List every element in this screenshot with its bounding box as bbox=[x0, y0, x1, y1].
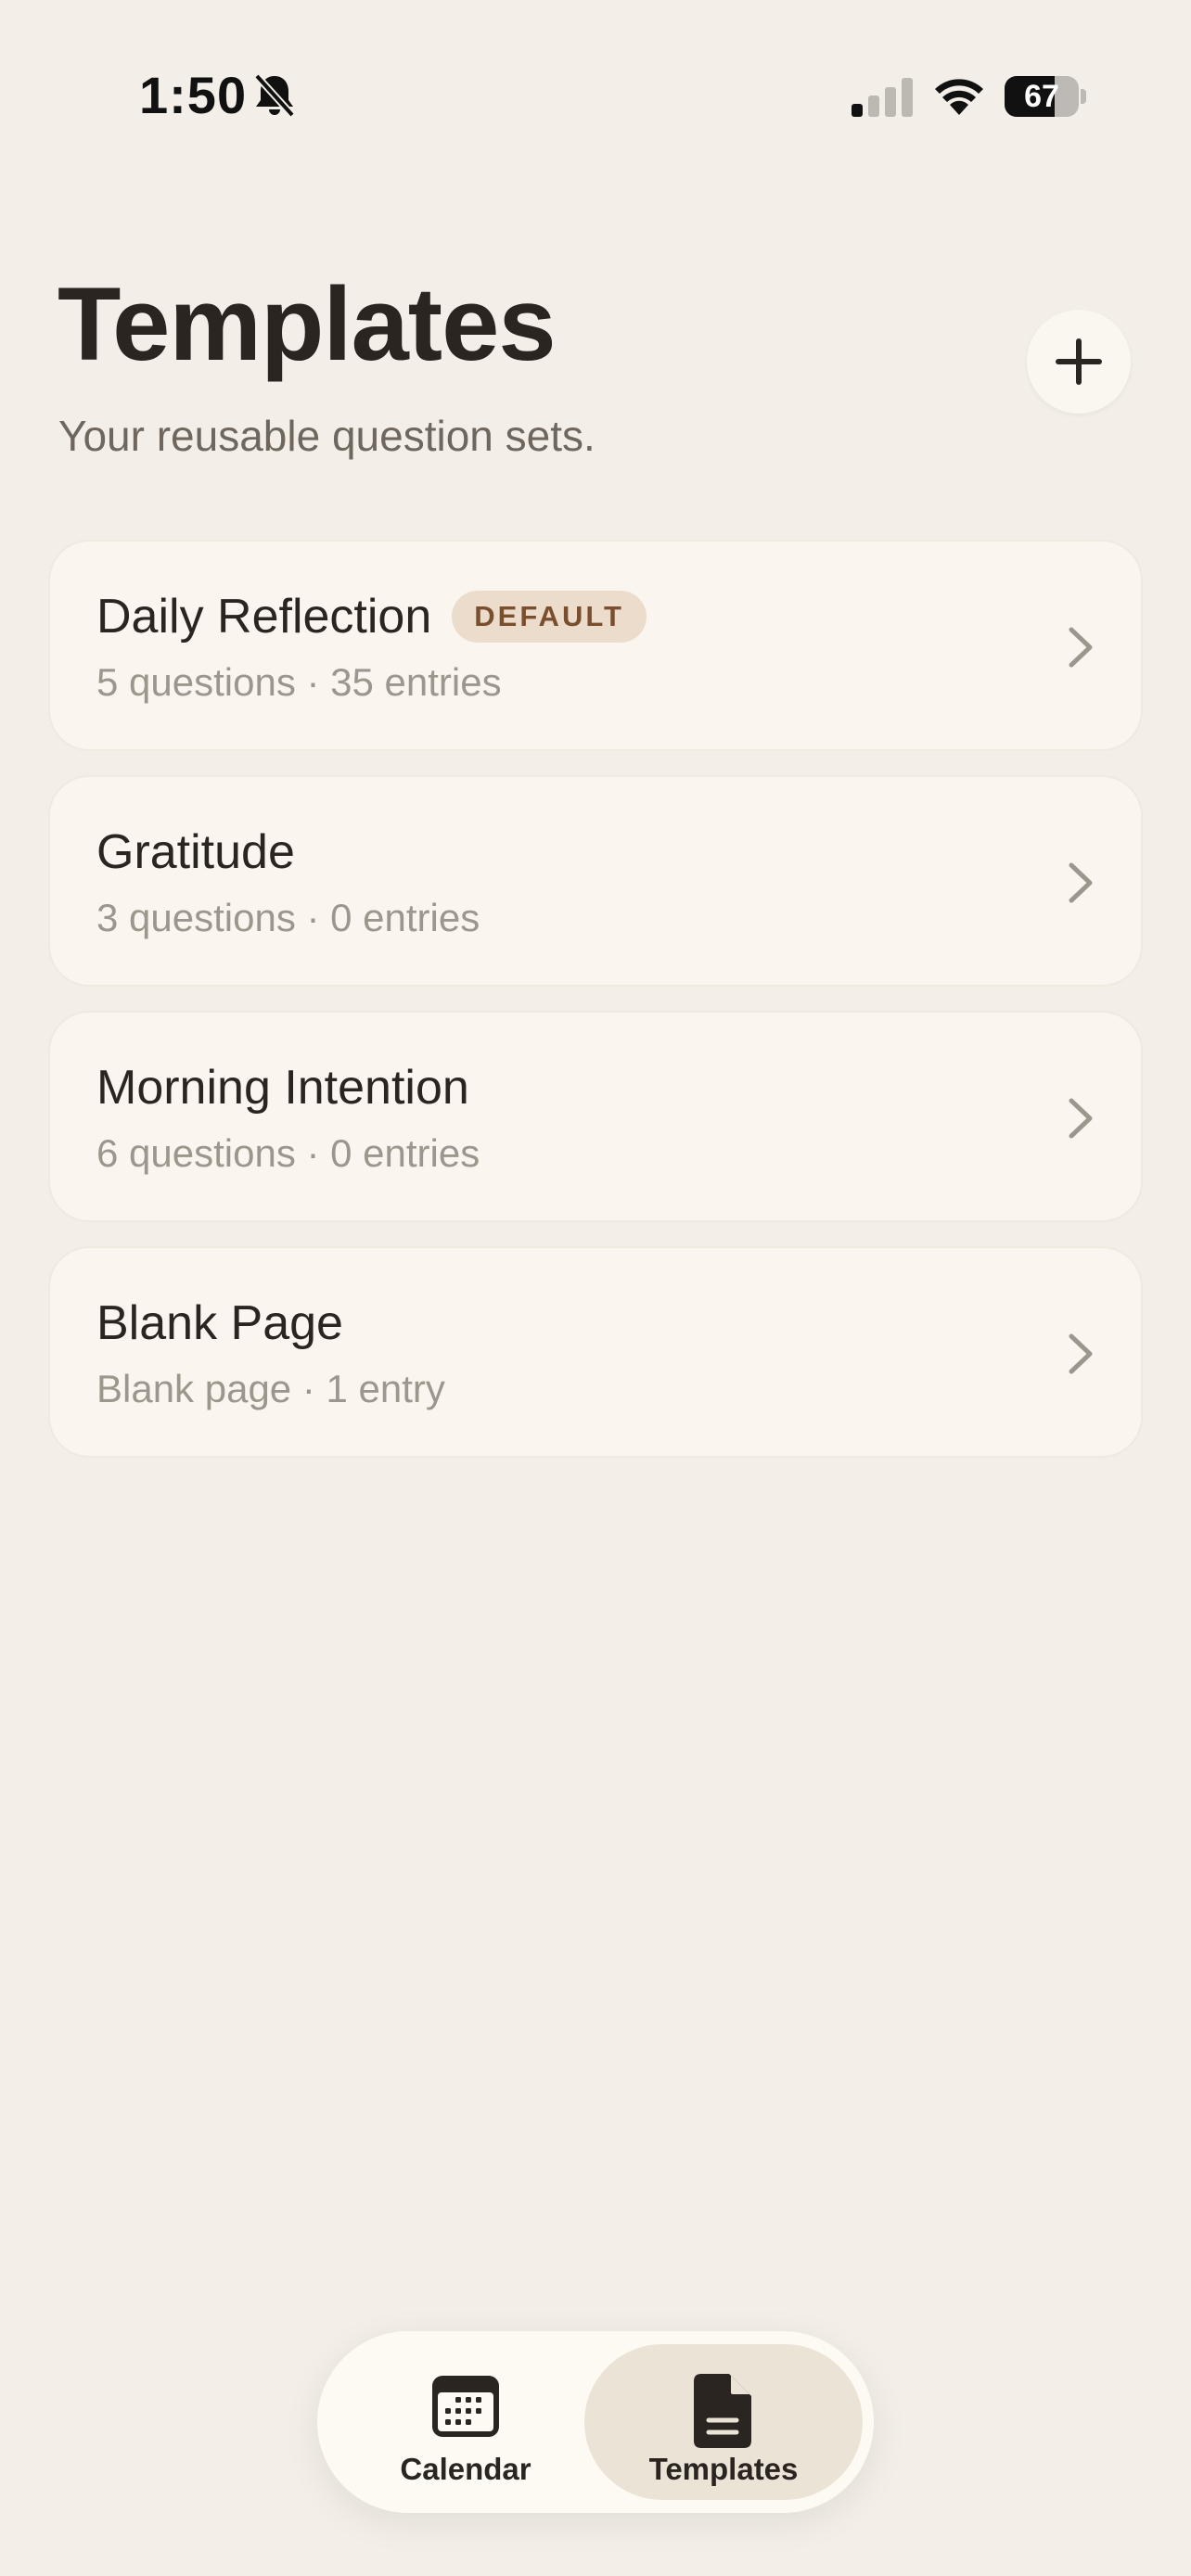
chevron-right-icon bbox=[1069, 1333, 1093, 1374]
battery-icon: 67 bbox=[1005, 76, 1086, 117]
template-card-blank-page[interactable]: Blank Page Blank page · 1 entry bbox=[48, 1246, 1143, 1458]
status-time: 1:50 bbox=[139, 66, 248, 124]
template-name: Daily Reflection bbox=[96, 590, 432, 644]
wifi-icon bbox=[935, 79, 983, 115]
template-name: Gratitude bbox=[96, 825, 295, 879]
tab-label: Templates bbox=[648, 2452, 799, 2486]
cellular-signal-icon bbox=[852, 78, 913, 117]
battery-level: 67 bbox=[1024, 79, 1059, 114]
page-subtitle: Your reusable question sets. bbox=[58, 412, 596, 460]
template-card-daily-reflection[interactable]: Daily Reflection DEFAULT 5 questions · 3… bbox=[48, 540, 1143, 751]
chevron-right-icon bbox=[1069, 627, 1093, 668]
template-list: Daily Reflection DEFAULT 5 questions · 3… bbox=[48, 540, 1143, 1482]
chevron-right-icon bbox=[1069, 862, 1093, 903]
template-card-morning-intention[interactable]: Morning Intention 6 questions · 0 entrie… bbox=[48, 1011, 1143, 1222]
page-title: Templates bbox=[58, 266, 557, 382]
default-badge: DEFAULT bbox=[452, 591, 647, 643]
add-template-button[interactable] bbox=[1027, 310, 1131, 414]
template-name: Blank Page bbox=[96, 1296, 343, 1350]
chevron-right-icon bbox=[1069, 1098, 1093, 1139]
template-card-gratitude[interactable]: Gratitude 3 questions · 0 entries bbox=[48, 775, 1143, 987]
tab-templates[interactable]: Templates bbox=[584, 2344, 863, 2500]
document-icon bbox=[694, 2374, 751, 2448]
status-bar: 1:50 67 bbox=[0, 0, 1191, 185]
template-name: Morning Intention bbox=[96, 1061, 469, 1115]
tab-bar: Calendar Templates bbox=[317, 2331, 874, 2513]
template-meta: 5 questions · 35 entries bbox=[96, 660, 502, 704]
template-meta: 3 questions · 0 entries bbox=[96, 896, 480, 939]
template-meta: 6 questions · 0 entries bbox=[96, 1131, 480, 1175]
tab-calendar[interactable]: Calendar bbox=[327, 2344, 605, 2500]
bell-slash-icon bbox=[254, 73, 295, 118]
template-meta: Blank page · 1 entry bbox=[96, 1367, 445, 1410]
calendar-icon bbox=[432, 2376, 499, 2437]
tab-label: Calendar bbox=[400, 2452, 531, 2486]
plus-icon bbox=[1056, 338, 1102, 385]
